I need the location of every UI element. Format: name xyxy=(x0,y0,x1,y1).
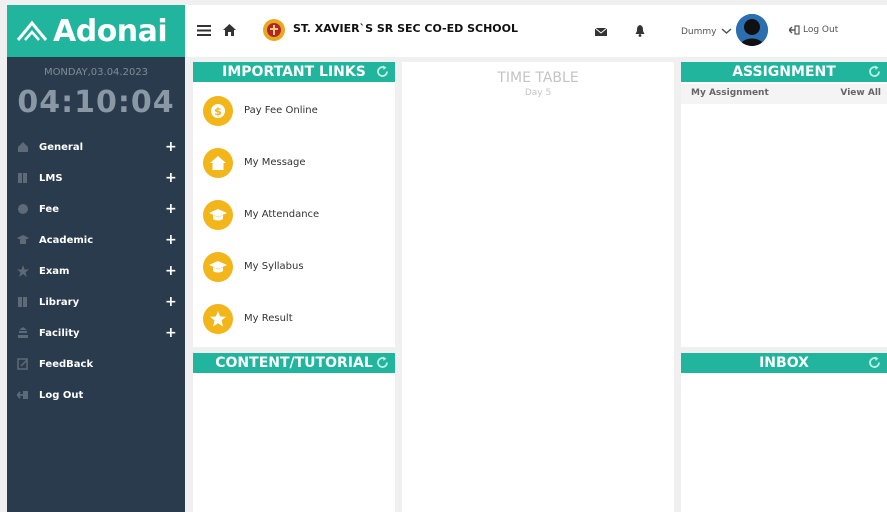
school-crest-icon xyxy=(263,19,285,41)
refresh-icon[interactable] xyxy=(376,356,389,369)
expand-plus-icon[interactable]: + xyxy=(165,202,177,216)
edit-icon xyxy=(17,358,28,370)
timetable-title: TIME TABLE xyxy=(497,70,579,86)
chevron-down-icon[interactable] xyxy=(721,27,732,35)
my-assignment-label: My Assignment xyxy=(691,88,769,98)
link-my-syllabus[interactable]: My Syllabus xyxy=(193,246,395,286)
view-all-link[interactable]: View All xyxy=(840,88,881,98)
top-bar: ST. XAVIER`S SR SEC CO-ED SCHOOL Dummy L… xyxy=(185,5,887,57)
panel-header: INBOX xyxy=(681,353,887,373)
link-label: My Attendance xyxy=(244,209,320,220)
sidebar-item-facility[interactable]: Facility + xyxy=(7,321,185,345)
sidebar-item-feedback[interactable]: FeedBack xyxy=(7,352,185,376)
expand-plus-icon[interactable]: + xyxy=(165,264,177,278)
link-pay-fee[interactable]: $ Pay Fee Online xyxy=(193,90,395,130)
app-name: Adonai xyxy=(53,13,168,49)
svg-text:$: $ xyxy=(214,105,222,118)
logo-mountain-icon xyxy=(17,20,47,41)
sidebar-item-label: Library xyxy=(39,296,80,308)
bell-icon[interactable] xyxy=(635,25,645,37)
school-name: ST. XAVIER`S SR SEC CO-ED SCHOOL xyxy=(293,22,518,35)
link-my-message[interactable]: My Message xyxy=(193,142,395,182)
graduation-cap-icon xyxy=(203,252,233,282)
refresh-icon[interactable] xyxy=(868,356,881,369)
sidebar-item-lms[interactable]: LMS + xyxy=(7,166,185,190)
link-label: My Result xyxy=(244,313,293,324)
home-icon[interactable] xyxy=(223,24,236,36)
graduation-icon xyxy=(17,235,29,244)
link-my-attendance[interactable]: My Attendance xyxy=(193,194,395,234)
star-icon xyxy=(17,265,29,277)
important-links-panel: IMPORTANT LINKS $ Pay Fee Online My Mess… xyxy=(193,62,395,347)
avatar[interactable] xyxy=(736,14,768,46)
user-silhouette-icon xyxy=(736,14,768,46)
sidebar-item-label: Fee xyxy=(39,203,59,215)
hamburger-menu-icon[interactable] xyxy=(197,25,211,36)
logout-icon xyxy=(17,391,28,399)
timetable-day: Day 5 xyxy=(524,88,552,98)
sidebar-item-label: Log Out xyxy=(39,389,84,401)
sidebar-item-logout[interactable]: Log Out xyxy=(7,383,185,407)
book-icon xyxy=(18,173,27,183)
panel-title: ASSIGNMENT xyxy=(732,64,836,80)
sidebar-item-label: LMS xyxy=(39,172,63,184)
inbox-panel: INBOX xyxy=(681,353,887,512)
user-name[interactable]: Dummy xyxy=(681,27,717,37)
panel-title: INBOX xyxy=(759,355,809,371)
content-tutorial-panel: CONTENT/TUTORIAL xyxy=(193,353,395,512)
timetable-panel: TIME TABLE Day 5 xyxy=(402,62,674,512)
sidebar-item-label: Facility xyxy=(39,327,80,339)
sidebar-item-label: General xyxy=(39,141,83,153)
book-icon xyxy=(18,297,27,307)
expand-plus-icon[interactable]: + xyxy=(165,140,177,154)
panel-header: ASSIGNMENT xyxy=(681,62,887,82)
panel-title: IMPORTANT LINKS xyxy=(222,64,366,80)
sidebar-item-fee[interactable]: Fee + xyxy=(7,197,185,221)
panel-header: CONTENT/TUTORIAL xyxy=(193,353,395,373)
link-my-result[interactable]: My Result xyxy=(193,298,395,338)
logout-icon xyxy=(789,25,800,35)
logout-label: Log Out xyxy=(803,25,839,35)
app-logo[interactable]: Adonai xyxy=(7,5,185,57)
sidebar-item-general[interactable]: General + xyxy=(7,135,185,159)
building-icon xyxy=(18,327,28,338)
money-icon: $ xyxy=(203,96,233,126)
expand-plus-icon[interactable]: + xyxy=(165,171,177,185)
refresh-icon[interactable] xyxy=(376,65,389,78)
current-date: MONDAY,03.04.2023 xyxy=(43,67,149,78)
refresh-icon[interactable] xyxy=(868,65,881,78)
panel-title: CONTENT/TUTORIAL xyxy=(215,355,373,371)
sidebar-item-label: Academic xyxy=(39,234,94,246)
sidebar-item-label: FeedBack xyxy=(39,358,94,370)
sidebar: Adonai MONDAY,03.04.2023 04:10:04 Genera… xyxy=(7,5,185,512)
money-icon xyxy=(18,204,28,214)
sidebar-item-library[interactable]: Library + xyxy=(7,290,185,314)
assignment-panel: ASSIGNMENT My Assignment View All xyxy=(681,62,887,347)
star-icon xyxy=(203,304,233,334)
expand-plus-icon[interactable]: + xyxy=(165,326,177,340)
home-icon xyxy=(18,142,28,152)
home-icon xyxy=(203,148,233,178)
expand-plus-icon[interactable]: + xyxy=(165,295,177,309)
link-label: My Message xyxy=(244,157,306,168)
sidebar-item-exam[interactable]: Exam + xyxy=(7,259,185,283)
mail-icon[interactable] xyxy=(595,28,607,36)
link-label: Pay Fee Online xyxy=(244,105,318,116)
assignment-subheader: My Assignment View All xyxy=(681,84,887,104)
current-time: 04:10:04 xyxy=(17,85,175,120)
sidebar-item-academic[interactable]: Academic + xyxy=(7,228,185,252)
sidebar-item-label: Exam xyxy=(39,265,70,277)
panel-header: IMPORTANT LINKS xyxy=(193,62,395,82)
expand-plus-icon[interactable]: + xyxy=(165,233,177,247)
graduation-cap-icon xyxy=(203,200,233,230)
link-label: My Syllabus xyxy=(244,261,304,272)
logout-link[interactable]: Log Out xyxy=(789,25,838,35)
